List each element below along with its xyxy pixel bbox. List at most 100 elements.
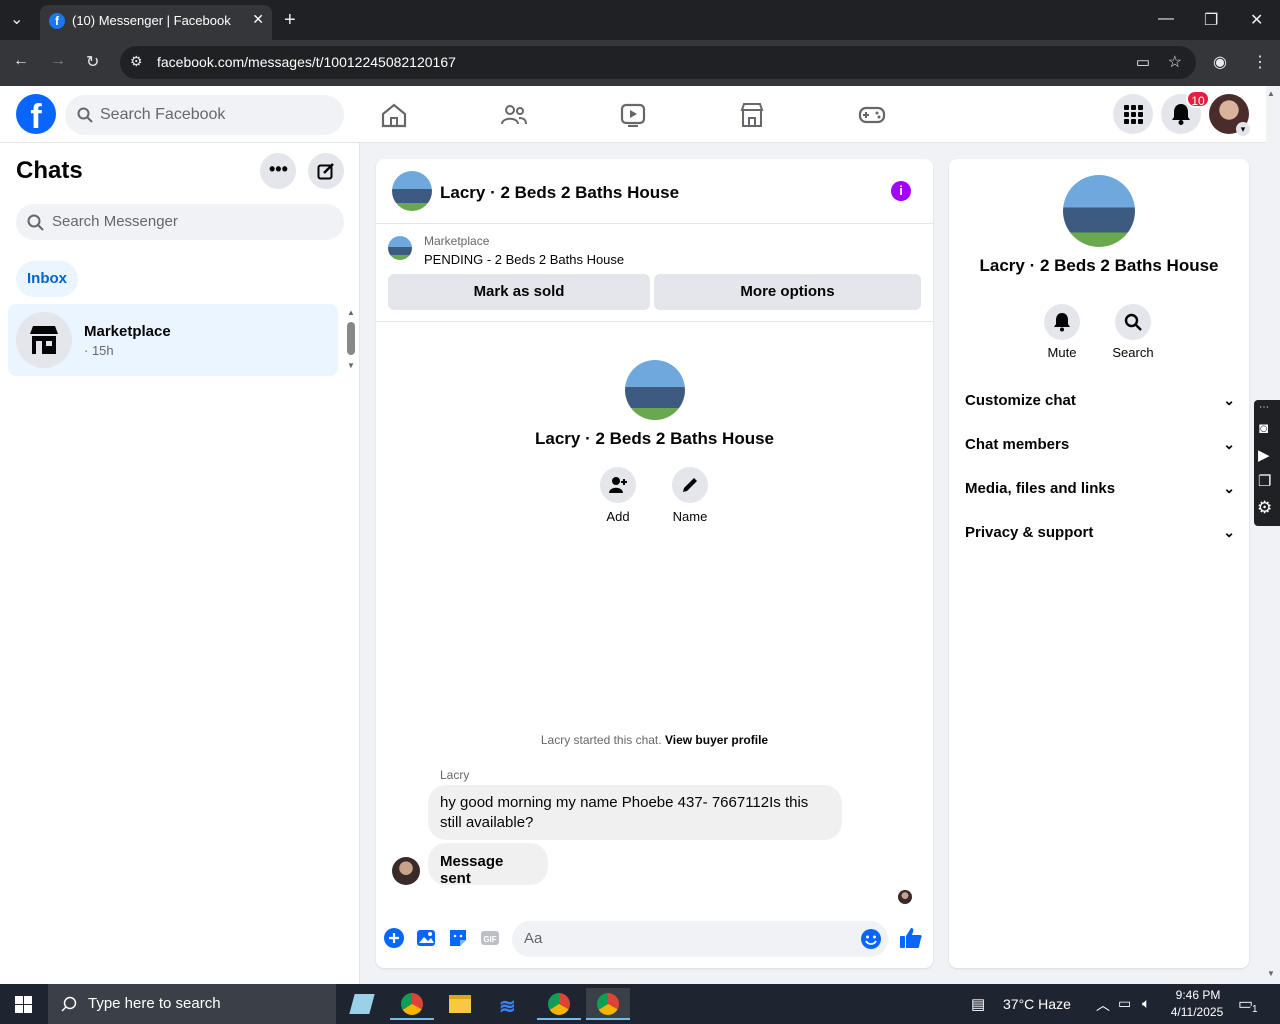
- scroll-down-icon[interactable]: ▼: [347, 361, 355, 370]
- gif-icon[interactable]: GIF: [479, 927, 501, 949]
- mute-label: Mute: [1047, 345, 1077, 360]
- chevron-down-icon: ⌄: [1223, 480, 1235, 496]
- sender-avatar[interactable]: [392, 857, 420, 885]
- clock-date[interactable]: 4/11/2025: [1164, 1005, 1230, 1019]
- view-buyer-profile-link[interactable]: View buyer profile: [665, 733, 768, 747]
- page-scroll-up-icon[interactable]: ▲: [1267, 89, 1275, 98]
- restore-icon[interactable]: ❐: [1204, 10, 1218, 30]
- seen-indicator-avatar: [898, 890, 912, 904]
- message-input[interactable]: Aa: [512, 921, 888, 957]
- new-message-button[interactable]: [308, 153, 344, 189]
- facebook-search-input[interactable]: Search Facebook: [65, 95, 344, 135]
- page-scroll-down-icon[interactable]: ▼: [1267, 969, 1275, 978]
- scroll-up-icon[interactable]: ▲: [347, 308, 355, 317]
- windows-start-icon[interactable]: [15, 996, 32, 1013]
- add-person-icon: [609, 477, 627, 493]
- taskbar-search-input[interactable]: Type here to search: [48, 984, 336, 1024]
- add-people-button[interactable]: [600, 467, 636, 503]
- taskbar-search-placeholder: Type here to search: [88, 995, 221, 1012]
- minimize-icon[interactable]: —: [1158, 10, 1174, 28]
- facebook-header: f Search Facebook 10 ▾: [0, 86, 1266, 143]
- friends-icon[interactable]: [499, 100, 529, 130]
- taskbar-app-chrome-3[interactable]: [586, 988, 630, 1020]
- listing-thumbnail[interactable]: [388, 236, 412, 260]
- marketplace-icon[interactable]: [737, 100, 767, 130]
- reload-icon[interactable]: ↻: [86, 52, 99, 72]
- account-chevron-icon[interactable]: ▾: [1236, 122, 1250, 136]
- more-options-button[interactable]: More options: [654, 274, 921, 310]
- install-app-icon[interactable]: ▭: [1136, 53, 1150, 71]
- search-icon: [1124, 313, 1142, 331]
- tab-search-chevron-icon[interactable]: ⌄: [10, 9, 23, 29]
- tray-chevron-icon[interactable]: ︿: [1096, 995, 1110, 1015]
- chat-title[interactable]: Lacry · 2 Beds 2 Baths House: [440, 183, 679, 203]
- mark-as-sold-button[interactable]: Mark as sold: [388, 274, 650, 310]
- search-label: Search: [1112, 345, 1154, 360]
- message-bubble[interactable]: hy good morning my name Phoebe 437- 7667…: [428, 785, 842, 840]
- mute-button[interactable]: [1044, 304, 1080, 340]
- customize-chat-section[interactable]: Customize chat ⌄: [965, 392, 1235, 416]
- bell-icon: [1054, 313, 1070, 332]
- emoji-icon[interactable]: [860, 928, 882, 950]
- window-capture-icon[interactable]: ❐: [1258, 472, 1271, 490]
- clock-time[interactable]: 9:46 PM: [1168, 988, 1228, 1002]
- url-text: facebook.com/messages/t/1001224508212016…: [157, 54, 456, 70]
- search-icon: [61, 996, 77, 1012]
- chats-title: Chats: [16, 157, 83, 184]
- weather-icon[interactable]: ▤: [971, 995, 985, 1013]
- tab-close-icon[interactable]: ✕: [252, 11, 264, 28]
- section-label: Customize chat: [965, 392, 1076, 409]
- conversation-info-icon[interactable]: i: [891, 181, 911, 201]
- browser-tab[interactable]: f (10) Messenger | Facebook ✕: [40, 5, 272, 40]
- section-label: Privacy & support: [965, 524, 1094, 541]
- attach-photo-icon[interactable]: [415, 927, 437, 949]
- back-icon[interactable]: ←: [13, 52, 29, 70]
- edit-name-button[interactable]: [672, 467, 708, 503]
- volume-icon[interactable]: 🔈︎: [1142, 995, 1150, 1012]
- chat-list-item[interactable]: Marketplace · 15h: [8, 304, 338, 376]
- facebook-logo[interactable]: f: [16, 94, 56, 136]
- search-conversation-button[interactable]: [1115, 304, 1151, 340]
- toolbar-grip-icon[interactable]: ⋯: [1259, 402, 1269, 413]
- chrome-menu-icon[interactable]: ⋮: [1252, 52, 1268, 72]
- chat-members-section[interactable]: Chat members ⌄: [965, 436, 1235, 460]
- sidebar-scrollbar[interactable]: ▲ ▼: [346, 308, 356, 373]
- site-info-icon[interactable]: ⚙: [130, 53, 143, 70]
- camera-icon[interactable]: ◙: [1259, 420, 1268, 437]
- folder-icon: [449, 995, 471, 1013]
- window-close-icon[interactable]: ✕: [1250, 10, 1263, 30]
- more-actions-plus-icon[interactable]: [383, 927, 405, 949]
- chats-options-button[interactable]: •••: [260, 153, 296, 189]
- taskbar-app-notepad[interactable]: [340, 988, 384, 1020]
- taskbar-app-chrome-1[interactable]: [390, 988, 434, 1020]
- profile-icon[interactable]: ◉: [1213, 52, 1227, 72]
- bookmark-star-icon[interactable]: ☆: [1168, 52, 1182, 72]
- menu-grid-button[interactable]: [1113, 94, 1153, 134]
- home-icon[interactable]: [379, 100, 409, 130]
- sticker-icon[interactable]: [447, 927, 469, 949]
- chat-header-avatar[interactable]: [392, 171, 432, 211]
- conversation-details-panel: Lacry · 2 Beds 2 Baths House Mute Search…: [949, 159, 1249, 968]
- network-icon[interactable]: ▭: [1118, 995, 1131, 1012]
- weather-text[interactable]: 37°C Haze: [1003, 996, 1071, 1012]
- inbox-filter-tab[interactable]: Inbox: [16, 261, 78, 297]
- message-bubble[interactable]: Message sent: [428, 843, 548, 887]
- scroll-thumb[interactable]: [347, 322, 355, 355]
- action-center-count: 1: [1250, 1004, 1260, 1015]
- taskbar-app-anydesk[interactable]: ≋: [488, 988, 532, 1020]
- watch-icon[interactable]: [618, 100, 648, 130]
- new-tab-icon[interactable]: +: [284, 9, 296, 32]
- privacy-support-section[interactable]: Privacy & support ⌄: [965, 524, 1235, 548]
- forward-icon[interactable]: →: [50, 52, 66, 70]
- search-placeholder: Search Facebook: [100, 106, 226, 123]
- taskbar-app-file-explorer[interactable]: [438, 988, 482, 1020]
- address-bar[interactable]: ⚙ facebook.com/messages/t/10012245082120…: [120, 46, 1196, 79]
- video-icon[interactable]: ▶: [1258, 446, 1270, 464]
- settings-gear-icon[interactable]: ⚙: [1257, 498, 1272, 518]
- remote-app-icon: ≋: [499, 996, 516, 1018]
- gaming-icon[interactable]: [857, 100, 887, 130]
- media-files-links-section[interactable]: Media, files and links ⌄: [965, 480, 1235, 504]
- taskbar-app-chrome-2[interactable]: [537, 988, 581, 1020]
- messenger-search-input[interactable]: Search Messenger: [16, 204, 344, 240]
- like-thumbs-up-icon[interactable]: [899, 926, 923, 950]
